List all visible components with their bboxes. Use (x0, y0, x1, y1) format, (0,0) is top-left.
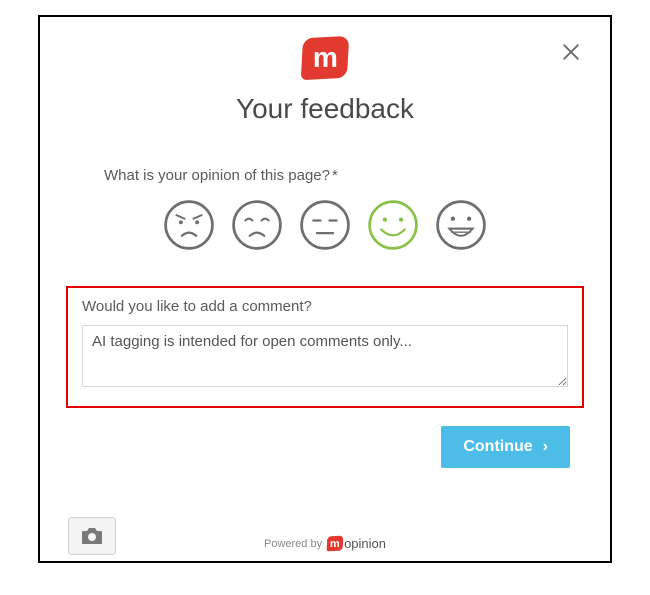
face-very-happy-icon (434, 198, 488, 252)
comment-label: Would you like to add a comment? (82, 298, 568, 315)
brand-logo-letter: m (312, 42, 337, 74)
comment-textarea[interactable] (82, 325, 568, 387)
continue-button-label: Continue (463, 438, 532, 456)
face-neutral[interactable] (298, 198, 352, 252)
modal-title: Your feedback (40, 93, 610, 125)
powered-by-label: Powered by (264, 538, 322, 550)
close-icon (560, 41, 582, 63)
face-very-happy[interactable] (434, 198, 488, 252)
continue-button[interactable]: Continue › (441, 426, 570, 468)
rating-question-label: What is your opinion of this page?* (104, 167, 546, 184)
close-button[interactable] (560, 41, 584, 65)
rating-faces-row (104, 198, 546, 252)
comment-section: Would you like to add a comment? (66, 286, 584, 408)
face-angry-icon (162, 198, 216, 252)
screenshot-button[interactable] (68, 517, 116, 555)
face-happy[interactable] (366, 198, 420, 252)
modal-footer: Powered by mopinion (40, 517, 610, 555)
face-sad[interactable] (230, 198, 284, 252)
face-angry[interactable] (162, 198, 216, 252)
rating-question: What is your opinion of this page?* (40, 167, 610, 252)
face-sad-icon (230, 198, 284, 252)
brand-logo: m (40, 37, 610, 79)
chevron-right-icon: › (543, 438, 548, 456)
face-neutral-icon (298, 198, 352, 252)
action-row: Continue › (40, 408, 610, 468)
powered-by-brand: mopinion (327, 536, 386, 551)
camera-icon (80, 526, 104, 546)
powered-by: Powered by mopinion (264, 536, 386, 551)
feedback-modal: m Your feedback What is your opinion of … (38, 15, 612, 563)
face-happy-icon (366, 198, 420, 252)
